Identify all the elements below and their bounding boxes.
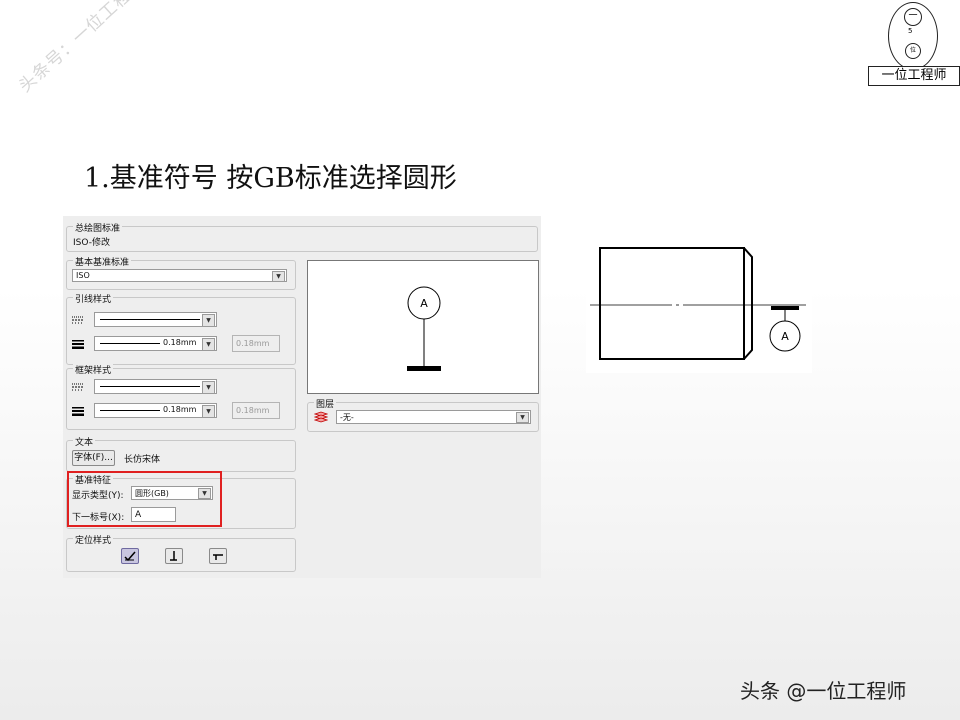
line-sample — [100, 410, 160, 411]
basic-datum-standard-value: ISO — [76, 271, 90, 280]
datum-preview-symbol: A — [407, 286, 441, 371]
chevron-down-icon: ▼ — [272, 271, 285, 282]
line-sample — [100, 343, 160, 344]
slide-title: 1.基准符号 按GB标准选择圆形 — [84, 163, 457, 194]
layer-group: 图层 -无- ▼ — [307, 397, 539, 432]
chevron-down-icon: ▼ — [202, 405, 215, 418]
brand-logo: 一 5 位 一位工程师 — [868, 2, 960, 86]
line-type-icon — [72, 316, 84, 324]
highlight-box — [67, 471, 222, 527]
font-name: 长仿宋体 — [124, 455, 161, 465]
text-label: 文本 — [73, 435, 96, 448]
chevron-down-icon: ▼ — [516, 412, 529, 423]
overall-standard-group: 总绘图标准 ISO-修改 — [66, 221, 538, 252]
layers-icon — [314, 411, 328, 423]
logo-emblem: 一 5 位 — [888, 2, 938, 70]
line-sample — [100, 386, 200, 387]
frame-style-group: 框架样式 ▼ 0.18mm ▼ 0.18mm — [66, 363, 296, 430]
layer-value: -无- — [340, 413, 354, 422]
leader-line-type-select[interactable]: ▼ — [94, 312, 217, 327]
position-style-vertical-button[interactable] — [165, 548, 183, 564]
overall-standard-label: 总绘图标准 — [73, 221, 123, 234]
horizontal-leader-icon — [213, 554, 223, 560]
frame-line-width-select[interactable]: 0.18mm ▼ — [94, 403, 217, 418]
frame-width-value: 0.18mm — [163, 405, 197, 414]
logo-top-glyph: 一 — [904, 8, 922, 26]
position-style-group: 定位样式 — [66, 533, 296, 572]
frame-width-field: 0.18mm — [232, 402, 280, 419]
font-button[interactable]: 字体(F)... — [72, 450, 115, 466]
leader-width-field: 0.18mm — [232, 335, 280, 352]
preview-datum-letter: A — [420, 297, 428, 310]
logo-mid-glyph: 5 — [908, 27, 913, 35]
watermark-text: 头条号：一位工程师 — [15, 0, 150, 97]
line-width-icon — [72, 407, 84, 416]
layer-label: 图层 — [314, 397, 337, 410]
text-group: 文本 字体(F)... 长仿宋体 — [66, 435, 296, 472]
chevron-down-icon: ▼ — [202, 314, 215, 327]
check-leader-icon — [124, 551, 136, 562]
frame-style-label: 框架样式 — [73, 363, 114, 376]
logo-bottom-glyph: 位 — [905, 43, 921, 59]
datum-preview: A — [307, 260, 539, 394]
logo-text: 一位工程师 — [868, 66, 960, 86]
basic-datum-standard-select[interactable]: ISO ▼ — [72, 269, 287, 282]
footer-credit: 头条 @一位工程师 — [740, 679, 907, 703]
leader-line-width-select[interactable]: 0.18mm ▼ — [94, 336, 217, 351]
line-width-icon — [72, 340, 84, 349]
position-style-label: 定位样式 — [73, 533, 114, 546]
layer-select[interactable]: -无- ▼ — [336, 410, 531, 424]
line-sample — [100, 319, 200, 320]
line-type-icon — [72, 383, 84, 391]
leader-style-label: 引线样式 — [73, 292, 114, 305]
leader-width-value: 0.18mm — [163, 338, 197, 347]
drawing-datum-letter: A — [781, 330, 789, 343]
basic-datum-standard-group: 基本基准标准 ISO ▼ — [66, 255, 296, 290]
position-style-horizontal-button[interactable] — [209, 548, 227, 564]
chevron-down-icon: ▼ — [202, 381, 215, 394]
chevron-down-icon: ▼ — [202, 338, 215, 351]
shaft-drawing-svg: A — [590, 247, 806, 360]
basic-datum-standard-label: 基本基准标准 — [73, 255, 132, 268]
datum-settings-dialog: 总绘图标准 ISO-修改 基本基准标准 ISO ▼ 引线样式 ▼ 0.18mm … — [63, 216, 541, 578]
shaft-drawing: A — [586, 233, 812, 373]
overall-standard-value: ISO-修改 — [73, 238, 110, 248]
frame-line-type-select[interactable]: ▼ — [94, 379, 217, 394]
vertical-leader-icon — [170, 551, 177, 561]
leader-style-group: 引线样式 ▼ 0.18mm ▼ 0.18mm — [66, 292, 296, 365]
position-style-check-button[interactable] — [121, 548, 139, 564]
